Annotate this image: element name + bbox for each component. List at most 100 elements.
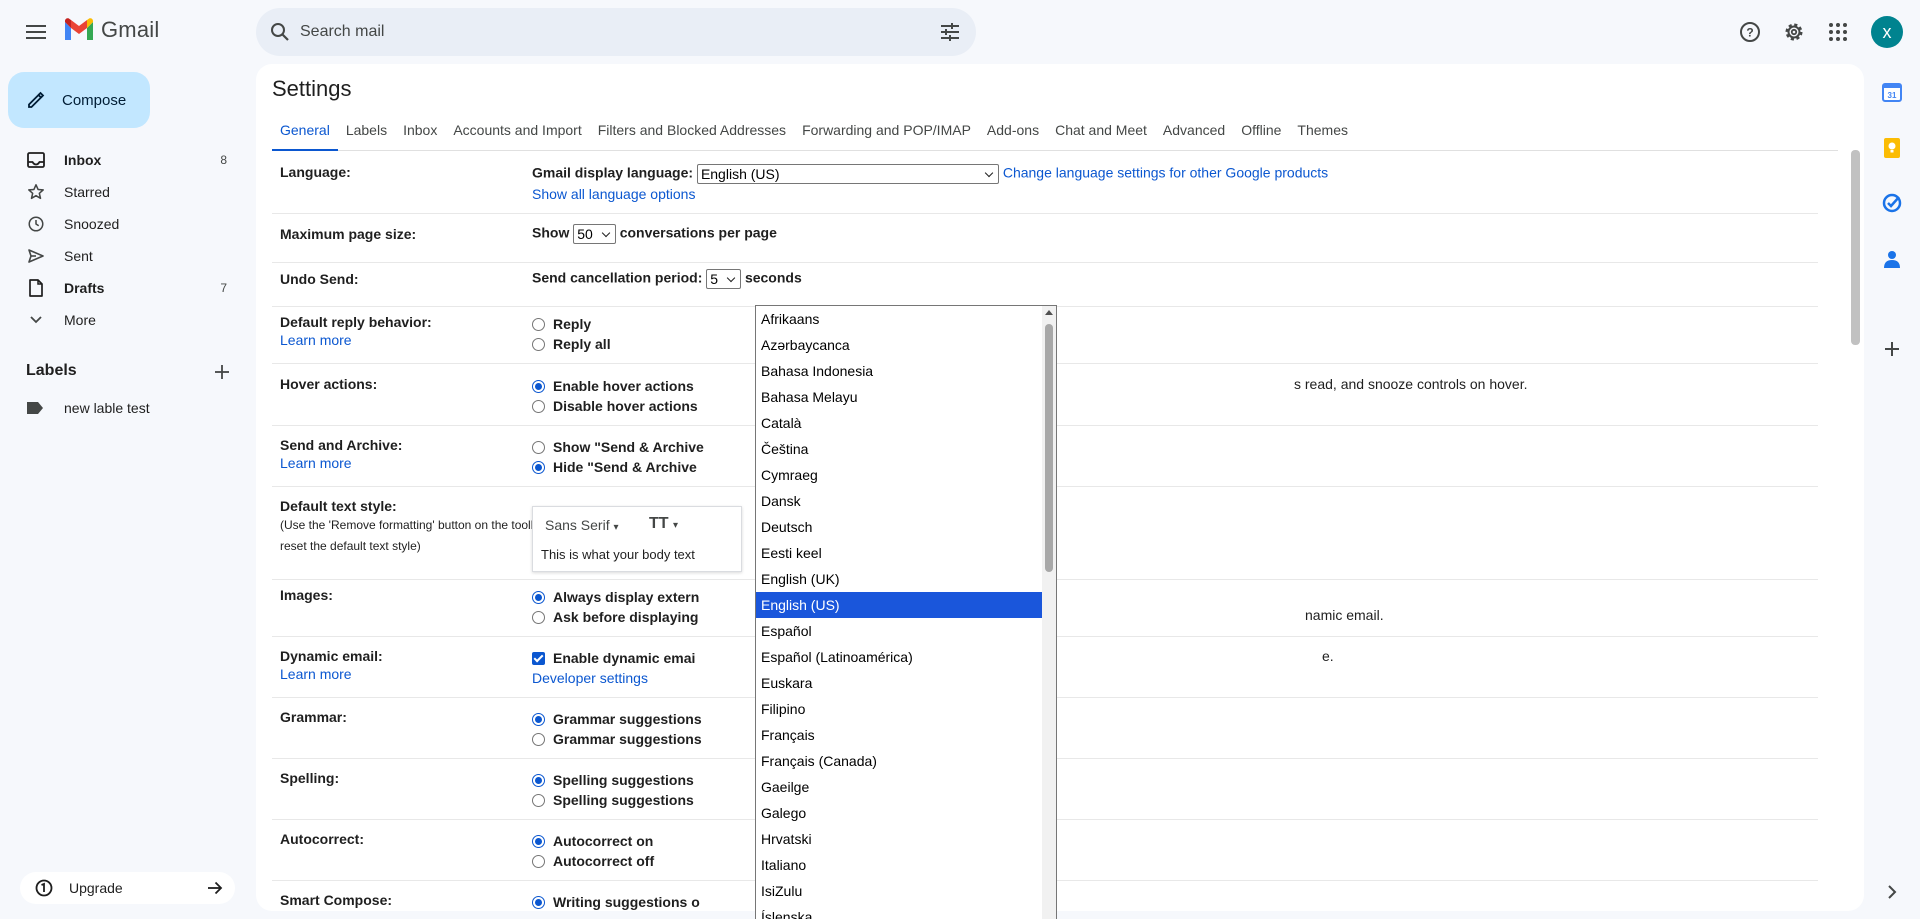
tab-inbox[interactable]: Inbox — [395, 119, 445, 151]
tab-offline[interactable]: Offline — [1233, 119, 1289, 151]
spelling-off-radio[interactable] — [532, 794, 545, 807]
grammar-on-option: Grammar suggestions — [553, 711, 702, 727]
label-item[interactable]: new lable test — [26, 400, 150, 416]
change-language-link[interactable]: Change language settings for other Googl… — [1003, 165, 1328, 181]
language-option[interactable]: Français (Canada) — [756, 748, 1043, 774]
language-option[interactable]: Filipino — [756, 696, 1043, 722]
language-option[interactable]: Euskara — [756, 670, 1043, 696]
keep-icon[interactable] — [1880, 136, 1904, 160]
learn-more-link[interactable]: Learn more — [280, 666, 383, 682]
language-option[interactable]: Íslenska — [756, 904, 1043, 919]
undo-send-select[interactable]: 5 — [706, 269, 742, 289]
add-label-icon[interactable] — [212, 362, 232, 382]
language-option[interactable]: Gaeilge — [756, 774, 1043, 800]
autocorrect-on-radio[interactable] — [532, 835, 545, 848]
compose-button[interactable]: Compose — [8, 72, 150, 128]
show-send-archive-radio[interactable] — [532, 441, 545, 454]
language-option[interactable]: Bahasa Melayu — [756, 384, 1043, 410]
tab-filters[interactable]: Filters and Blocked Addresses — [590, 119, 794, 151]
reply-radio[interactable] — [532, 318, 545, 331]
gmail-logo[interactable]: Gmail — [63, 17, 159, 43]
tab-forwarding[interactable]: Forwarding and POP/IMAP — [794, 119, 979, 151]
scroll-up-arrow-icon[interactable] — [1045, 310, 1053, 315]
inbox-icon — [26, 150, 46, 170]
settings-gear-icon[interactable] — [1782, 20, 1806, 44]
language-option[interactable]: Español (Latinoamérica) — [756, 644, 1043, 670]
search-icon[interactable] — [268, 20, 292, 44]
language-option[interactable]: Français — [756, 722, 1043, 748]
always-display-images-radio[interactable] — [532, 591, 545, 604]
tasks-icon[interactable] — [1880, 191, 1904, 215]
star-icon — [26, 182, 46, 202]
autocorrect-off-radio[interactable] — [532, 855, 545, 868]
nav-item-inbox[interactable]: Inbox 8 — [0, 144, 240, 176]
language-option[interactable]: IsiZulu — [756, 878, 1043, 904]
language-option[interactable]: Galego — [756, 800, 1043, 826]
ask-before-displaying-radio[interactable] — [532, 611, 545, 624]
main-menu-button[interactable] — [16, 12, 56, 52]
tab-advanced[interactable]: Advanced — [1155, 119, 1233, 151]
always-display-option: Always display extern — [553, 589, 700, 605]
support-icon[interactable]: ? — [1738, 20, 1762, 44]
enable-dynamic-email-checkbox[interactable] — [532, 652, 545, 665]
nav-item-sent[interactable]: Sent — [0, 240, 240, 272]
language-select[interactable]: English (US) — [696, 164, 999, 184]
nav-item-more[interactable]: More — [0, 304, 240, 336]
panel-scrollbar[interactable] — [1851, 150, 1860, 345]
language-option[interactable]: Hrvatski — [756, 826, 1043, 852]
language-option[interactable]: Català — [756, 410, 1043, 436]
language-option[interactable]: Español — [756, 618, 1043, 644]
get-addons-icon[interactable] — [1880, 337, 1904, 361]
google-apps-icon[interactable] — [1826, 20, 1850, 44]
contacts-icon[interactable] — [1880, 247, 1904, 271]
font-size-icon[interactable]: TT ▾ — [649, 515, 678, 533]
dropdown-scrollbar[interactable] — [1042, 306, 1056, 919]
reply-all-radio[interactable] — [532, 338, 545, 351]
hide-send-archive-radio[interactable] — [532, 461, 545, 474]
font-family-select[interactable]: Sans Serif ▾ — [545, 517, 619, 533]
show-all-languages-link[interactable]: Show all language options — [532, 186, 695, 202]
tab-addons[interactable]: Add-ons — [979, 119, 1047, 151]
language-option[interactable]: Bahasa Indonesia — [756, 358, 1043, 384]
tab-accounts[interactable]: Accounts and Import — [445, 119, 589, 151]
search-options-icon[interactable] — [938, 20, 962, 44]
page-size-select[interactable]: 50 — [573, 224, 616, 244]
grammar-off-radio[interactable] — [532, 733, 545, 746]
language-option[interactable]: Afrikaans — [756, 306, 1043, 332]
hover-description-tail: s read, and snooze controls on hover. — [1294, 376, 1528, 392]
account-avatar[interactable]: x — [1871, 16, 1903, 48]
language-option[interactable]: Čeština — [756, 436, 1043, 462]
tab-chat-meet[interactable]: Chat and Meet — [1047, 119, 1155, 151]
language-option[interactable]: Dansk — [756, 488, 1043, 514]
language-setting: Gmail display language: English (US) Cha… — [532, 164, 1328, 202]
upgrade-button[interactable]: Upgrade — [20, 872, 235, 904]
tab-labels[interactable]: Labels — [338, 119, 395, 151]
developer-settings-link[interactable]: Developer settings — [532, 670, 648, 686]
learn-more-link[interactable]: Learn more — [280, 455, 402, 471]
expand-side-panel-icon[interactable] — [1880, 880, 1904, 904]
language-select-value: English (US) — [700, 166, 780, 182]
nav-item-snoozed[interactable]: Snoozed — [0, 208, 240, 240]
search-input[interactable] — [300, 8, 900, 56]
draft-count: 7 — [220, 281, 227, 295]
font-family-value: Sans Serif — [545, 517, 610, 533]
learn-more-link[interactable]: Learn more — [280, 332, 432, 348]
nav-item-drafts[interactable]: Drafts 7 — [0, 272, 240, 304]
language-option[interactable]: Eesti keel — [756, 540, 1043, 566]
nav-item-starred[interactable]: Starred — [0, 176, 240, 208]
tab-themes[interactable]: Themes — [1289, 119, 1356, 151]
enable-hover-radio[interactable] — [532, 380, 545, 393]
language-option[interactable]: Italiano — [756, 852, 1043, 878]
grammar-on-radio[interactable] — [532, 713, 545, 726]
language-option[interactable]: English (UK) — [756, 566, 1043, 592]
calendar-icon[interactable]: 31 — [1880, 80, 1904, 104]
dropdown-scroll-thumb[interactable] — [1045, 324, 1053, 572]
language-option[interactable]: Azərbaycanca — [756, 332, 1043, 358]
smart-compose-on-radio[interactable] — [532, 896, 545, 909]
tab-general[interactable]: General — [272, 119, 338, 151]
language-option[interactable]: English (US) — [756, 592, 1043, 618]
language-option[interactable]: Deutsch — [756, 514, 1043, 540]
disable-hover-radio[interactable] — [532, 400, 545, 413]
spelling-on-radio[interactable] — [532, 774, 545, 787]
language-option[interactable]: Cymraeg — [756, 462, 1043, 488]
